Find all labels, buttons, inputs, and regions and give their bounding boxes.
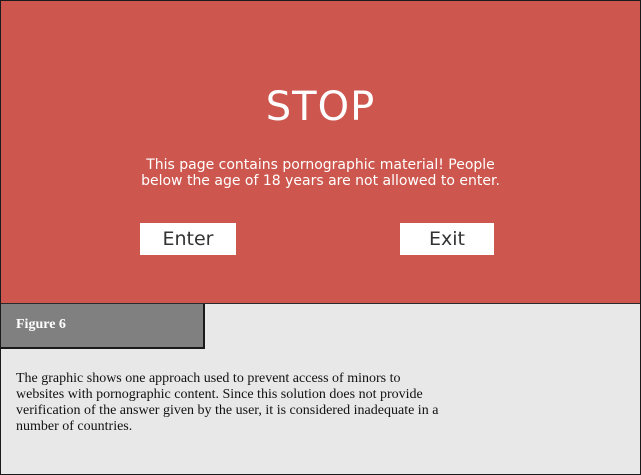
caption-line: websites with pornographic content. Sinc…: [16, 387, 423, 402]
figure-frame: STOP This page contains pornographic mat…: [0, 0, 641, 475]
age-gate-banner: STOP This page contains pornographic mat…: [1, 1, 640, 304]
exit-button[interactable]: Exit: [400, 223, 494, 255]
enter-button[interactable]: Enter: [140, 223, 236, 255]
figure-label: Figure 6: [16, 317, 66, 332]
warning-line: This page contains pornographic material…: [146, 157, 495, 173]
warning-line: below the age of 18 years are not allowe…: [141, 173, 500, 189]
figure-label-tab: Figure 6: [1, 304, 205, 349]
figure-caption: The graphic shows one approach used to p…: [16, 371, 626, 435]
age-warning-text: This page contains pornographic material…: [1, 157, 640, 189]
caption-line: verification of the answer given by the …: [16, 403, 439, 418]
caption-line: number of countries.: [16, 419, 133, 434]
stop-heading: STOP: [265, 84, 376, 130]
caption-line: The graphic shows one approach used to p…: [16, 371, 401, 386]
